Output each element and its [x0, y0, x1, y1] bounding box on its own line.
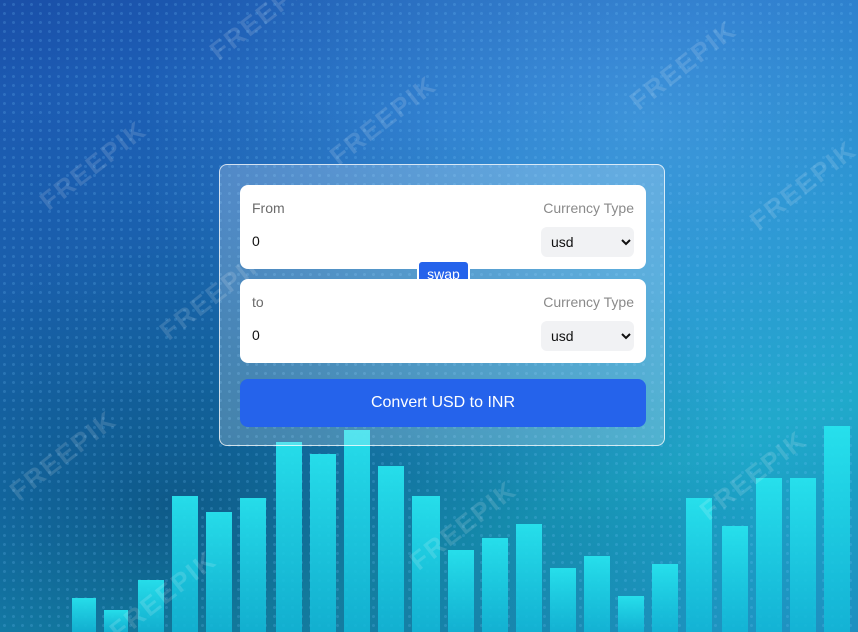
background-bar [722, 526, 748, 632]
background-bar [516, 524, 542, 632]
from-field-box: From Currency Type usd [240, 185, 646, 269]
background-bar [240, 498, 266, 632]
to-currency-type-label: Currency Type [543, 294, 634, 310]
to-field-box: to Currency Type usd [240, 279, 646, 363]
from-currency-select[interactable]: usd [541, 227, 634, 257]
background-bar [482, 538, 508, 632]
currency-converter-card: From Currency Type usd swap to Currency … [219, 164, 665, 446]
to-currency-select[interactable]: usd [541, 321, 634, 351]
background-bar [618, 596, 644, 632]
background-bar [448, 550, 474, 632]
to-amount-input[interactable] [252, 325, 512, 345]
background-bar [344, 430, 370, 632]
background-bar [72, 598, 96, 632]
background-bar [276, 442, 302, 632]
background-bar [378, 466, 404, 632]
to-label: to [252, 294, 264, 310]
background-bar [824, 426, 850, 632]
from-label: From [252, 200, 285, 216]
from-amount-input[interactable] [252, 231, 512, 251]
background: FREEPIK FREEPIK FREEPIK FREEPIK FREEPIK … [0, 0, 858, 632]
background-bar [584, 556, 610, 632]
from-currency-type-label: Currency Type [543, 200, 634, 216]
background-bar [550, 568, 576, 632]
background-bar [790, 478, 816, 632]
background-bar [756, 478, 782, 632]
convert-button[interactable]: Convert USD to INR [240, 379, 646, 427]
background-bar [310, 454, 336, 632]
background-bar [652, 564, 678, 632]
